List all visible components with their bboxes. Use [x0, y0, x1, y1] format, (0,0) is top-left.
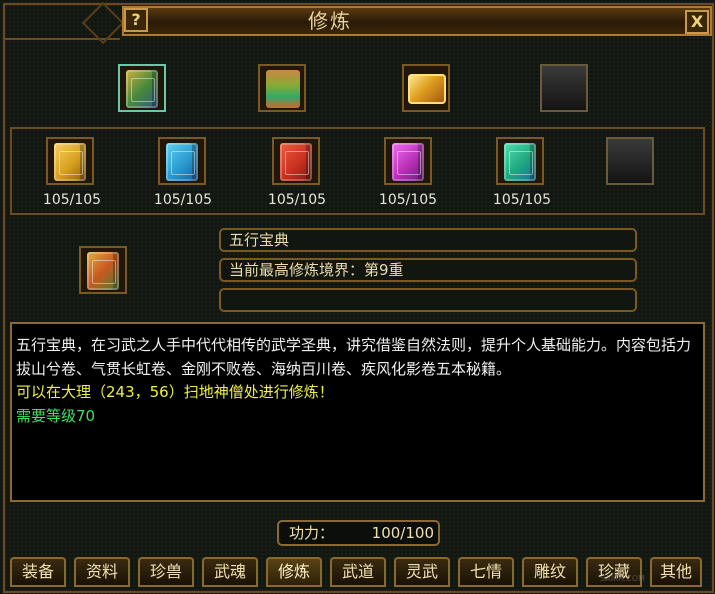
book-icon [392, 143, 424, 181]
books-panel [10, 127, 705, 215]
window-title: 修炼 [308, 9, 352, 33]
book-icon [504, 143, 536, 181]
book-slot-gold[interactable] [46, 137, 94, 185]
book-slot-blue[interactable] [158, 137, 206, 185]
book-icon [54, 143, 86, 181]
tab-emotions[interactable]: 七情 [458, 557, 514, 587]
book-count: 105/105 [267, 192, 327, 208]
tab-cultivation[interactable]: 修炼 [266, 557, 322, 587]
tab-martial-way[interactable]: 武道 [330, 557, 386, 587]
gold-book-icon [408, 74, 446, 104]
tab-engraving[interactable]: 雕纹 [522, 557, 578, 587]
scroll-bundle-icon [266, 70, 300, 108]
description-text: 五行宝典，在习武之人手中代代相传的武学圣典，讲究借鉴自然法则，提升个人基础能力。… [16, 336, 692, 378]
book-count: 105/105 [153, 192, 213, 208]
top-slot-scroll[interactable] [258, 64, 306, 112]
book-icon [126, 70, 158, 108]
book-count: 105/105 [42, 192, 102, 208]
tab-bar: 装备 资料 珍兽 武魂 修炼 武道 灵武 七情 雕纹 珍藏 其他 [8, 557, 708, 589]
book-icon [166, 143, 198, 181]
level-requirement: 需要等级70 [16, 406, 96, 425]
watermark-site: SAIKR.COM [600, 574, 645, 583]
power-value: 100/100 [371, 524, 434, 542]
top-slot-empty[interactable] [540, 64, 588, 112]
book-slot-empty[interactable] [606, 137, 654, 185]
tab-martial-soul[interactable]: 武魂 [202, 557, 258, 587]
book-slot-purple[interactable] [384, 137, 432, 185]
title-bar[interactable] [122, 6, 712, 36]
tab-spirit-weapon[interactable]: 灵武 [394, 557, 450, 587]
book-slot-green[interactable] [496, 137, 544, 185]
book-count: 105/105 [492, 192, 552, 208]
item-name-field: 五行宝典 [219, 228, 637, 252]
book-count: 105/105 [378, 192, 438, 208]
help-button[interactable]: ? [124, 8, 148, 32]
book-slot-red[interactable] [272, 137, 320, 185]
tab-profile[interactable]: 资料 [74, 557, 130, 587]
book-icon [87, 252, 119, 290]
tab-equipment[interactable]: 装备 [10, 557, 66, 587]
location-hint: 可以在大理（243，56）扫地神僧处进行修炼！ [16, 383, 334, 401]
top-slot-book[interactable] [118, 64, 166, 112]
realm-field: 当前最高修炼境界：第9重 [219, 258, 637, 282]
power-display: 功力： 100/100 [277, 520, 440, 546]
corner-ornament [4, 4, 120, 40]
close-button[interactable]: X [685, 10, 709, 34]
tab-other[interactable]: 其他 [650, 557, 702, 587]
selected-item-slot[interactable] [79, 246, 127, 294]
top-slot-gold[interactable] [402, 64, 450, 112]
tab-pets[interactable]: 珍兽 [138, 557, 194, 587]
book-icon [280, 143, 312, 181]
extra-field [219, 288, 637, 312]
description-content: 五行宝典，在习武之人手中代代相传的武学圣典，讲究借鉴自然法则，提升个人基础能力。… [16, 334, 696, 428]
power-label: 功力： [289, 524, 335, 542]
